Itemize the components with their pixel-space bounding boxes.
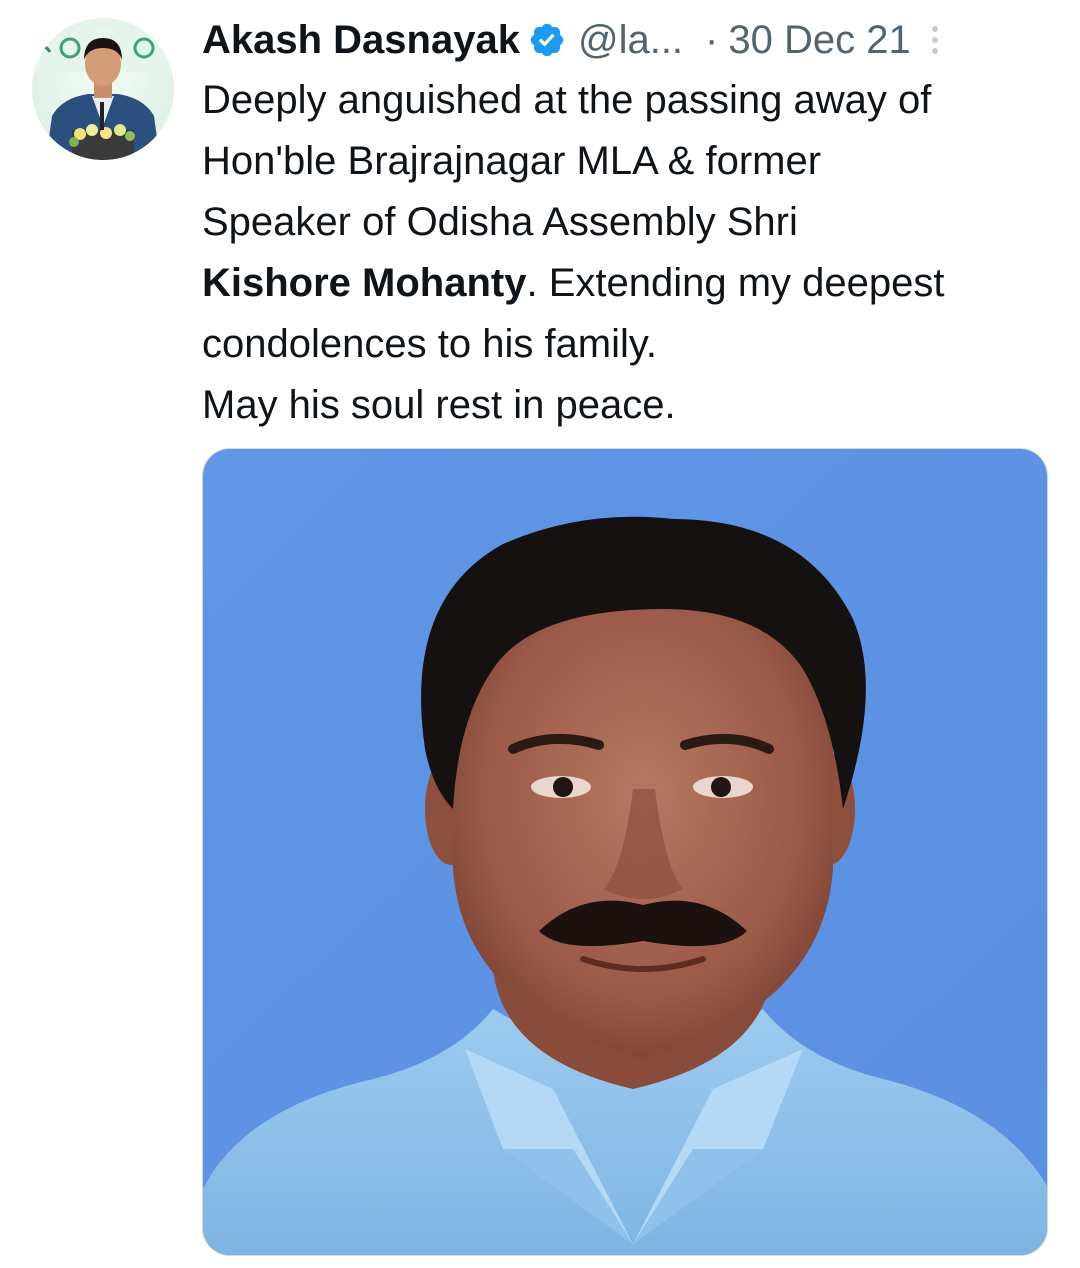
author-handle[interactable]: @la... <box>578 14 683 66</box>
tweet-text-line: Deeply anguished at the passing away of <box>202 78 932 122</box>
tweet-text-line: Kishore Mohanty. Extending my deepest <box>202 253 1062 314</box>
author-display-name[interactable]: Akash Dasnayak <box>202 14 520 66</box>
tweet-text-line: May his soul rest in peace. <box>202 383 676 427</box>
tweet-header: Akash Dasnayak @la... · 30 Dec 21 <box>202 14 1060 66</box>
author-avatar[interactable] <box>32 18 174 160</box>
tweet-text-bold-name: Kishore Mohanty <box>202 261 527 305</box>
tweet-photo[interactable] <box>202 448 1048 1256</box>
tweet-card[interactable]: Akash Dasnayak @la... · 30 Dec 21 Deeply… <box>0 0 1080 1268</box>
tweet-text-line: Hon'ble Brajrajnagar MLA & former <box>202 139 822 183</box>
tweet-text-fragment: . Extending my deepest <box>526 261 945 305</box>
tweet-date[interactable]: 30 Dec 21 <box>728 14 910 66</box>
tweet-text-line: condolences to his family. <box>202 322 658 366</box>
tweet-text: Deeply anguished at the passing away of … <box>202 70 1062 436</box>
header-separator: · <box>705 18 719 62</box>
tweet-text-line: Speaker of Odisha Assembly Shri <box>202 200 798 244</box>
more-options-icon[interactable] <box>929 20 941 60</box>
verified-badge-icon <box>530 23 564 57</box>
